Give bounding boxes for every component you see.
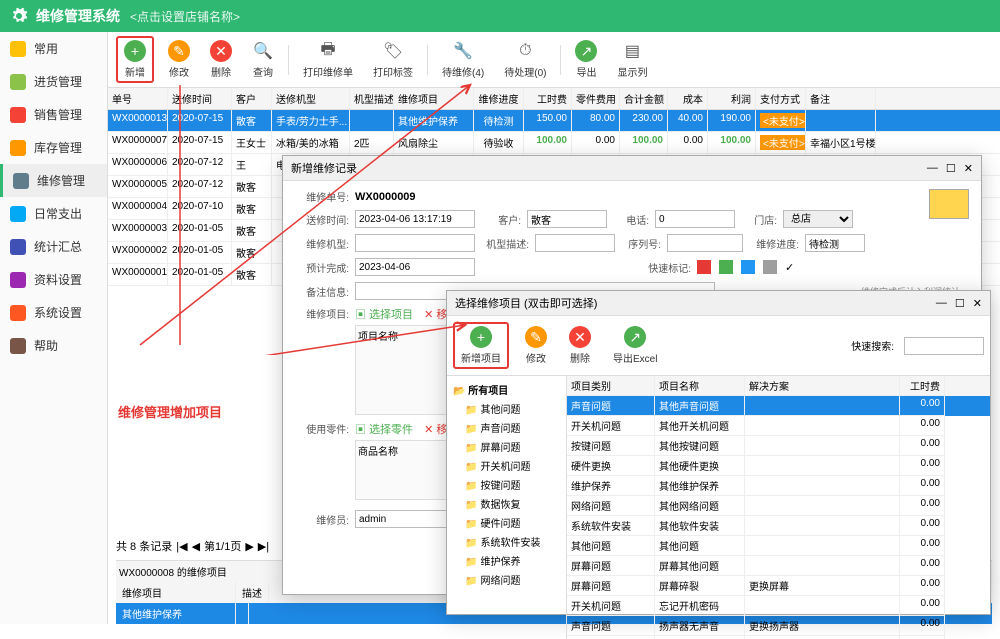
- repair-image: [929, 189, 969, 219]
- toolbar-导出[interactable]: ↗导出: [569, 38, 603, 81]
- items-list: 项目名称: [355, 325, 455, 415]
- tree-item[interactable]: 按键问题: [451, 475, 562, 494]
- grid-row[interactable]: WX00000072020-07-15王女士冰箱/美的冰箱2匹风扇除尘待验收10…: [108, 132, 1000, 154]
- list-row[interactable]: 维护保养其他维护保养0.00: [567, 476, 990, 496]
- close-icon[interactable]: ✕: [964, 162, 973, 175]
- tree-item[interactable]: 屏幕问题: [451, 437, 562, 456]
- mark-gray[interactable]: [763, 260, 777, 274]
- search-input[interactable]: [904, 337, 984, 355]
- list-row[interactable]: 开关机问题忘记开机密码0.00: [567, 596, 990, 616]
- serial-input[interactable]: [667, 234, 743, 252]
- dlg2-title: 选择维修项目 (双击即可选择): [455, 295, 597, 311]
- sidebar-item[interactable]: 统计汇总: [0, 230, 107, 263]
- toolbar-待维修(4)[interactable]: 🔧待维修(4): [436, 38, 490, 81]
- select-part-btn[interactable]: ▣ 选择零件: [355, 424, 413, 436]
- list-row[interactable]: 声音问题其他声音问题0.00: [567, 396, 990, 416]
- pager-last[interactable]: ▶|: [258, 540, 269, 553]
- pager-page: 第1/1页: [204, 538, 241, 554]
- gear-icon: [10, 7, 28, 25]
- close-icon[interactable]: ✕: [973, 297, 982, 310]
- item-list: 项目类别项目名称解决方案工时费 声音问题其他声音问题0.00开关机问题其他开关机…: [567, 376, 990, 639]
- toolbar-待处理(0)[interactable]: ⏱待处理(0): [498, 38, 552, 81]
- phone-input[interactable]: [655, 210, 735, 228]
- pager-first[interactable]: |◀: [176, 540, 187, 553]
- sidebar-item[interactable]: 进货管理: [0, 65, 107, 98]
- toolbar-打印标签[interactable]: 🏷打印标签: [367, 38, 419, 81]
- sidebar: 常用进货管理销售管理库存管理维修管理日常支出统计汇总资料设置系统设置帮助: [0, 32, 108, 624]
- list-row[interactable]: 网络问题其他网络问题0.00: [567, 496, 990, 516]
- progress-input[interactable]: [805, 234, 865, 252]
- mark-green[interactable]: [719, 260, 733, 274]
- list-row[interactable]: 开关机问题其他开关机问题0.00: [567, 416, 990, 436]
- grid-row[interactable]: WX00000132020-07-15散客手表/劳力士手...其他维护保养待检测…: [108, 110, 1000, 132]
- mark-check[interactable]: ✓: [785, 261, 794, 274]
- toolbar-新增[interactable]: +新增: [116, 36, 154, 83]
- parts-list: 商品名称: [355, 440, 455, 500]
- min-icon[interactable]: —: [927, 162, 938, 175]
- delete-project-button[interactable]: ✕删除: [563, 324, 597, 367]
- max-icon[interactable]: ☐: [946, 162, 956, 175]
- max-icon[interactable]: ☐: [955, 297, 965, 310]
- customer-input[interactable]: [527, 210, 607, 228]
- sidebar-item[interactable]: 资料设置: [0, 263, 107, 296]
- desc-input[interactable]: [535, 234, 615, 252]
- select-item-btn[interactable]: ▣ 选择项目: [355, 309, 413, 321]
- category-tree: 📂 所有项目其他问题声音问题屏幕问题开关机问题按键问题数据恢复硬件问题系统软件安…: [447, 376, 567, 639]
- list-row[interactable]: 系统软件安装其他软件安装0.00: [567, 516, 990, 536]
- pager-total: 共 8 条记录: [116, 538, 172, 554]
- toolbar-打印维修单[interactable]: 🖶打印维修单: [297, 38, 359, 81]
- toolbar-修改[interactable]: ✎修改: [162, 38, 196, 81]
- due-input[interactable]: [355, 258, 475, 276]
- shop-select[interactable]: 总店: [783, 210, 853, 228]
- sidebar-item[interactable]: 常用: [0, 32, 107, 65]
- select-item-dialog: 选择维修项目 (双击即可选择) — ☐ ✕ +新增项目 ✎修改 ✕删除 ↗导出Exc…: [446, 290, 991, 615]
- tree-item[interactable]: 声音问题: [451, 418, 562, 437]
- sub-row[interactable]: 其他维护保养: [116, 603, 236, 624]
- pager-next[interactable]: ▶: [245, 540, 253, 553]
- tree-item[interactable]: 系统软件安装: [451, 532, 562, 551]
- list-row[interactable]: 屏幕问题屏幕其他问题0.00: [567, 556, 990, 576]
- list-row[interactable]: 其他问题其他问题0.00: [567, 536, 990, 556]
- app-header: 维修管理系统 <点击设置店铺名称>: [0, 0, 1000, 32]
- sidebar-item[interactable]: 维修管理: [0, 164, 107, 197]
- model-input[interactable]: [355, 234, 475, 252]
- list-row[interactable]: 屏幕问题屏幕碎裂更换屏幕0.00: [567, 576, 990, 596]
- pager: 共 8 条记录 |◀ ◀ 第1/1页 ▶ ▶|: [116, 538, 269, 554]
- toolbar-查询[interactable]: 🔍查询: [246, 38, 280, 81]
- add-project-button[interactable]: +新增项目: [453, 322, 509, 369]
- col-desc: 描述: [236, 582, 269, 603]
- list-row[interactable]: 按键问题其他按键问题0.00: [567, 436, 990, 456]
- mark-red[interactable]: [697, 260, 711, 274]
- annotation-text: 维修管理增加项目: [118, 402, 222, 421]
- tree-item[interactable]: 数据恢复: [451, 494, 562, 513]
- tree-item[interactable]: 开关机问题: [451, 456, 562, 475]
- mark-blue[interactable]: [741, 260, 755, 274]
- export-excel-button[interactable]: ↗导出Excel: [607, 324, 663, 367]
- sidebar-item[interactable]: 销售管理: [0, 98, 107, 131]
- app-title: 维修管理系统: [36, 6, 120, 26]
- dlg1-title: 新增维修记录: [291, 160, 357, 176]
- min-icon[interactable]: —: [936, 297, 947, 310]
- tree-item[interactable]: 网络问题: [451, 570, 562, 589]
- tree-item[interactable]: 硬件问题: [451, 513, 562, 532]
- toolbar: +新增✎修改✕删除🔍查询 🖶打印维修单🏷打印标签 🔧待维修(4)⏱待处理(0) ↗导出…: [108, 32, 1000, 88]
- list-row[interactable]: 硬件更换其他硬件更换0.00: [567, 456, 990, 476]
- pager-prev[interactable]: ◀: [192, 540, 200, 553]
- grid-header: 单号送修时间客户送修机型机型描述维修项目维修进度工时费零件费用合计金额成本利润支…: [108, 88, 1000, 110]
- tree-item[interactable]: 维护保养: [451, 551, 562, 570]
- app-subtitle[interactable]: <点击设置店铺名称>: [130, 8, 240, 25]
- sidebar-item[interactable]: 系统设置: [0, 296, 107, 329]
- tree-item[interactable]: 其他问题: [451, 399, 562, 418]
- edit-project-button[interactable]: ✎修改: [519, 324, 553, 367]
- repair-no: WX0000009: [355, 191, 416, 203]
- sidebar-item[interactable]: 帮助: [0, 329, 107, 362]
- list-row[interactable]: 声音问题扬声器无声音更换扬声器0.00: [567, 616, 990, 636]
- toolbar-删除[interactable]: ✕删除: [204, 38, 238, 81]
- col-item: 维修项目: [116, 582, 236, 603]
- toolbar-显示列[interactable]: ▤显示列: [611, 38, 653, 81]
- sidebar-item[interactable]: 库存管理: [0, 131, 107, 164]
- sidebar-item[interactable]: 日常支出: [0, 197, 107, 230]
- time-input[interactable]: [355, 210, 475, 228]
